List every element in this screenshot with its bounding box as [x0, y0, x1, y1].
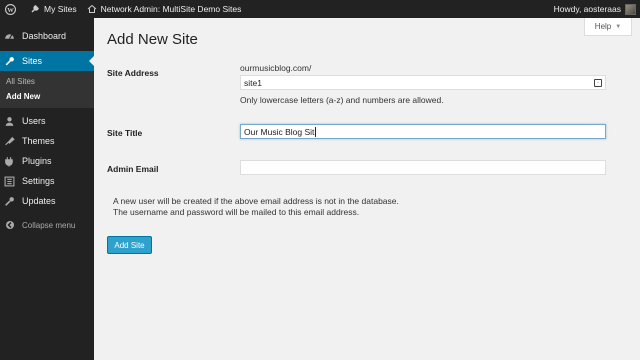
collapse-menu-button[interactable]: Collapse menu	[0, 215, 94, 235]
svg-text:W: W	[7, 6, 14, 13]
sidebar-item-label: Users	[22, 116, 46, 126]
home-icon	[87, 4, 96, 13]
site-title-label: Site Title	[107, 128, 143, 138]
wordpress-logo-icon: W	[5, 3, 16, 15]
note-line-2: The username and password will be mailed…	[113, 207, 360, 217]
sidebar-item-settings[interactable]: Settings	[0, 171, 94, 191]
my-sites-link[interactable]: My Sites	[25, 0, 82, 18]
sidebar-item-users[interactable]: Users	[0, 111, 94, 131]
site-address-hint: Only lowercase letters (a-z) and numbers…	[240, 95, 444, 105]
submenu-add-new[interactable]: Add New	[0, 89, 94, 104]
avatar	[625, 3, 636, 15]
sidebar-item-label: Updates	[22, 196, 56, 206]
site-address-label: Site Address	[107, 68, 159, 78]
network-admin-label: Network Admin: MultiSite Demo Sites	[100, 4, 242, 14]
help-label: Help	[594, 22, 612, 31]
site-address-value: site1	[244, 77, 262, 88]
sidebar-item-themes[interactable]: Themes	[0, 131, 94, 151]
sites-icon	[4, 56, 15, 67]
sites-submenu: All Sites Add New	[0, 71, 94, 108]
autofill-icon[interactable]: ·	[594, 79, 602, 87]
my-sites-icon	[31, 5, 39, 13]
sidebar-item-sites[interactable]: Sites	[0, 51, 94, 71]
my-sites-label: My Sites	[44, 4, 77, 14]
collapse-menu-label: Collapse menu	[22, 220, 76, 230]
settings-icon	[4, 176, 15, 187]
admin-sidebar: Dashboard Sites All Sites Add New Users …	[0, 18, 94, 360]
new-user-note: A new user will be created if the above …	[113, 196, 399, 218]
collapse-icon	[4, 220, 15, 231]
network-admin-link[interactable]: Network Admin: MultiSite Demo Sites	[82, 0, 247, 18]
help-tab-button[interactable]: Help ▼	[584, 18, 632, 36]
note-line-1: A new user will be created if the above …	[113, 196, 399, 206]
page-title: Add New Site	[107, 31, 198, 48]
site-title-value: Our Music Blog Sit	[244, 126, 315, 137]
users-icon	[4, 116, 15, 127]
dashboard-icon	[4, 31, 15, 42]
text-cursor	[314, 126, 316, 137]
submenu-all-sites[interactable]: All Sites	[0, 74, 94, 89]
main-content: Help ▼ Add New Site Site Address ourmusi…	[94, 18, 640, 360]
sidebar-item-label: Sites	[22, 56, 43, 66]
admin-email-label: Admin Email	[107, 164, 159, 174]
account-menu[interactable]: Howdy, aosteraas	[549, 0, 640, 18]
sidebar-item-label: Themes	[22, 136, 55, 146]
site-address-input[interactable]: site1 ·	[240, 75, 606, 90]
updates-icon	[4, 196, 15, 207]
admin-bar: W My Sites Network Admin: MultiSite Demo…	[0, 0, 640, 18]
sidebar-item-label: Dashboard	[22, 31, 67, 41]
add-site-button[interactable]: Add Site	[107, 236, 152, 254]
sidebar-item-label: Settings	[22, 176, 55, 186]
wordpress-logo-button[interactable]: W	[0, 0, 25, 18]
themes-icon	[4, 136, 15, 147]
site-domain: ourmusicblog.com/	[240, 63, 312, 73]
plugins-icon	[4, 156, 15, 167]
howdy-label: Howdy, aosteraas	[553, 4, 621, 14]
admin-email-input[interactable]	[240, 160, 606, 175]
sidebar-item-plugins[interactable]: Plugins	[0, 151, 94, 171]
site-title-input[interactable]: Our Music Blog Sit	[240, 124, 606, 139]
sidebar-item-label: Plugins	[22, 156, 52, 166]
sidebar-item-dashboard[interactable]: Dashboard	[0, 26, 94, 46]
sidebar-item-updates[interactable]: Updates	[0, 191, 94, 211]
chevron-down-icon: ▼	[615, 23, 622, 30]
